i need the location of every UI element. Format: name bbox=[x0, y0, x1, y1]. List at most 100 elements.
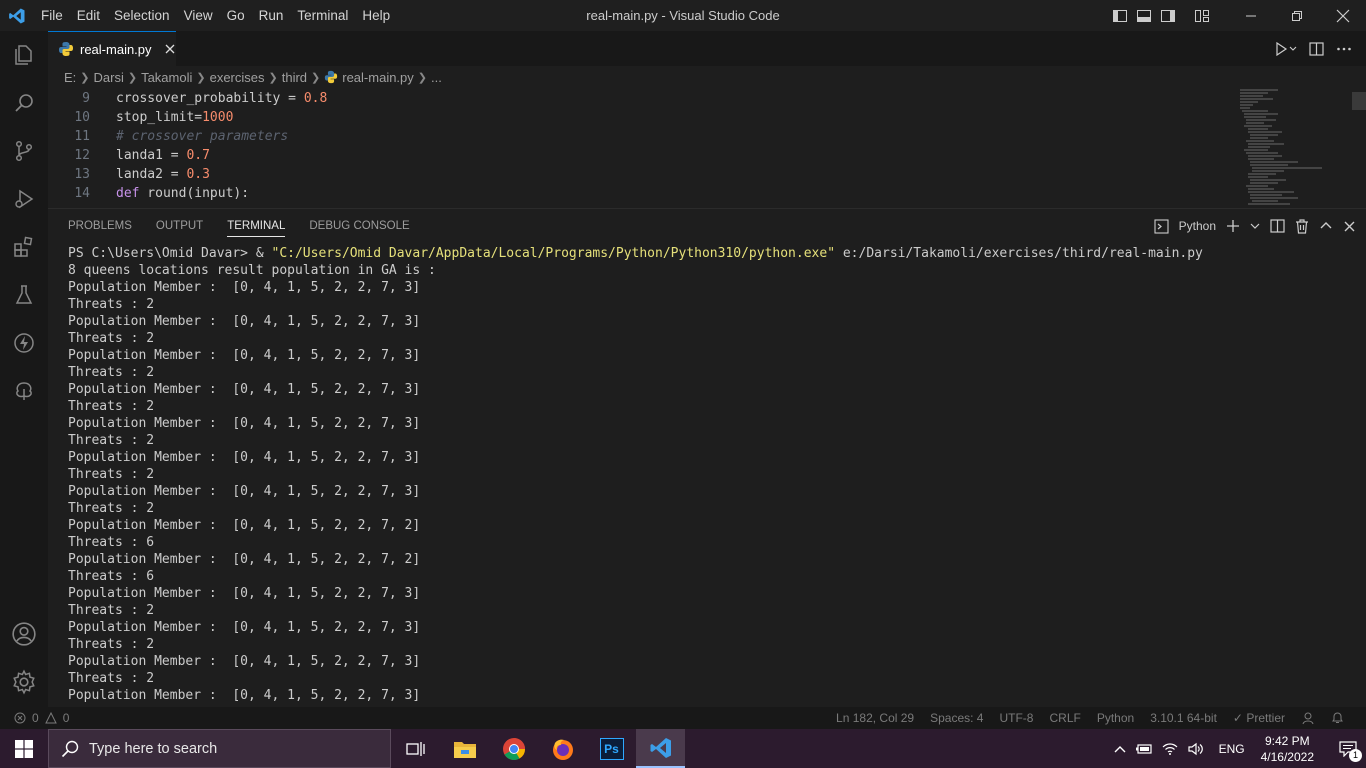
more-actions-icon[interactable] bbox=[1336, 42, 1352, 56]
menu-selection[interactable]: Selection bbox=[107, 0, 177, 31]
terminal-line: Population Member : [0, 4, 1, 5, 2, 2, 7… bbox=[68, 552, 421, 567]
tab-terminal[interactable]: TERMINAL bbox=[227, 220, 286, 237]
trash-icon[interactable] bbox=[1295, 218, 1309, 234]
run-debug-icon[interactable] bbox=[0, 175, 48, 223]
terminal-line: Population Member : [0, 4, 1, 5, 2, 2, 7… bbox=[68, 416, 421, 431]
code-editor[interactable]: 9 crossover_probability = 0.8 10 stop_limi… bbox=[48, 88, 1366, 208]
breadcrumb-file[interactable]: real-main.py bbox=[342, 70, 414, 85]
terminal-line: Threats : 2 bbox=[68, 297, 155, 312]
breadcrumb-darsi[interactable]: Darsi bbox=[94, 70, 124, 85]
tab-problems[interactable]: PROBLEMS bbox=[68, 220, 132, 232]
code-line: 11 # crossover parameters bbox=[48, 127, 288, 146]
split-terminal-icon[interactable] bbox=[1270, 219, 1285, 233]
breadcrumb-symbol[interactable]: ... bbox=[431, 70, 442, 85]
menu-terminal[interactable]: Terminal bbox=[290, 0, 355, 31]
remote-icon[interactable] bbox=[0, 319, 48, 367]
indentation[interactable]: Spaces: 4 bbox=[930, 711, 983, 725]
windows-start-button[interactable] bbox=[0, 729, 48, 768]
prettier-status[interactable]: ✓ Prettier bbox=[1233, 711, 1285, 725]
volume-icon[interactable] bbox=[1187, 742, 1205, 756]
breadcrumb-drive[interactable]: E: bbox=[64, 70, 76, 85]
notifications-bell-icon[interactable] bbox=[1331, 711, 1344, 725]
notification-center-icon[interactable]: 1 bbox=[1330, 729, 1366, 768]
terminal-output[interactable]: PS C:\Users\Omid Davar> & "C:/Users/Omid… bbox=[68, 245, 1203, 704]
customize-layout-icon[interactable] bbox=[1194, 8, 1210, 24]
toggle-secondary-sidebar-icon[interactable] bbox=[1160, 8, 1176, 24]
taskbar-search-box[interactable]: Type here to search bbox=[48, 729, 391, 768]
testing-icon[interactable] bbox=[0, 271, 48, 319]
windows-logo-icon bbox=[15, 739, 33, 758]
notification-count-badge: 1 bbox=[1349, 749, 1362, 762]
chevron-down-icon[interactable] bbox=[1250, 221, 1260, 231]
breadcrumb-takamoli[interactable]: Takamoli bbox=[141, 70, 192, 85]
line-ending[interactable]: CRLF bbox=[1049, 711, 1080, 725]
toggle-panel-icon[interactable] bbox=[1136, 8, 1152, 24]
toggle-primary-sidebar-icon[interactable] bbox=[1112, 8, 1128, 24]
python-file-icon bbox=[325, 70, 338, 84]
chevron-up-icon[interactable] bbox=[1113, 744, 1127, 754]
breadcrumb-exercises[interactable]: exercises bbox=[210, 70, 265, 85]
menu-view[interactable]: View bbox=[177, 0, 220, 31]
line-number: 13 bbox=[74, 167, 90, 182]
vscode-taskbar-icon[interactable] bbox=[636, 729, 685, 768]
close-panel-icon[interactable] bbox=[1343, 220, 1356, 233]
menu-file[interactable]: File bbox=[34, 0, 70, 31]
terminal-line: Population Member : [0, 4, 1, 5, 2, 2, 7… bbox=[68, 280, 421, 295]
extensions-icon[interactable] bbox=[0, 223, 48, 271]
run-python-file-icon[interactable] bbox=[1275, 41, 1297, 56]
code-line: 9 crossover_probability = 0.8 bbox=[48, 89, 327, 108]
explorer-icon[interactable] bbox=[0, 31, 48, 79]
clock[interactable]: 9:42 PM 4/16/2022 bbox=[1261, 733, 1314, 765]
split-editor-icon[interactable] bbox=[1309, 41, 1324, 56]
accounts-feedback-icon[interactable] bbox=[1301, 711, 1315, 725]
minimap[interactable] bbox=[1238, 88, 1328, 208]
python-interpreter[interactable]: 3.10.1 64-bit bbox=[1150, 711, 1217, 725]
double-check-icon: ✓ bbox=[1232, 711, 1243, 725]
photoshop-icon[interactable]: Ps bbox=[587, 729, 636, 768]
new-terminal-icon[interactable] bbox=[1226, 219, 1240, 233]
restore-button[interactable] bbox=[1274, 0, 1320, 31]
search-icon bbox=[61, 740, 79, 757]
maximize-panel-icon[interactable] bbox=[1319, 219, 1333, 233]
battery-icon[interactable] bbox=[1135, 742, 1153, 756]
accounts-icon[interactable] bbox=[0, 610, 48, 658]
task-view-icon[interactable] bbox=[391, 729, 440, 768]
editor-scrollbar[interactable] bbox=[1352, 92, 1366, 110]
settings-gear-icon[interactable] bbox=[0, 658, 48, 706]
tab-debug-console[interactable]: DEBUG CONSOLE bbox=[309, 220, 409, 232]
warning-count: 0 bbox=[62, 711, 70, 725]
menu-help[interactable]: Help bbox=[355, 0, 397, 31]
close-window-button[interactable] bbox=[1320, 0, 1366, 31]
terminal-shell-label[interactable]: Python bbox=[1179, 219, 1216, 233]
breadcrumb: E: ❯ Darsi ❯ Takamoli ❯ exercises ❯ thir… bbox=[64, 66, 442, 88]
line-number: 9 bbox=[82, 91, 90, 106]
menu-go[interactable]: Go bbox=[220, 0, 252, 31]
chrome-icon[interactable] bbox=[489, 729, 538, 768]
language-mode[interactable]: Python bbox=[1097, 711, 1134, 725]
search-icon[interactable] bbox=[0, 79, 48, 127]
encoding[interactable]: UTF-8 bbox=[999, 711, 1033, 725]
wifi-icon[interactable] bbox=[1161, 742, 1179, 756]
terminal-line: Threats : 2 bbox=[68, 501, 155, 516]
minimize-button[interactable] bbox=[1228, 0, 1274, 31]
terminal-line: Threats : 6 bbox=[68, 569, 155, 584]
source-control-icon[interactable] bbox=[0, 127, 48, 175]
terminal-line: Population Member : [0, 4, 1, 5, 2, 2, 7… bbox=[68, 654, 421, 669]
menu-edit[interactable]: Edit bbox=[70, 0, 107, 31]
cursor-position[interactable]: Ln 182, Col 29 bbox=[836, 711, 914, 725]
input-language[interactable]: ENG bbox=[1219, 742, 1245, 756]
tab-output[interactable]: OUTPUT bbox=[156, 220, 203, 232]
terminal-line: Population Member : [0, 4, 1, 5, 2, 2, 7… bbox=[68, 314, 421, 329]
file-explorer-icon[interactable] bbox=[440, 729, 489, 768]
error-icon bbox=[14, 712, 26, 724]
python-file-icon bbox=[59, 42, 73, 56]
menu-run[interactable]: Run bbox=[252, 0, 291, 31]
tree-icon[interactable] bbox=[0, 367, 48, 415]
status-right: Ln 182, Col 29 Spaces: 4 UTF-8 CRLF Pyth… bbox=[836, 711, 1344, 725]
tab-real-main[interactable]: real-main.py bbox=[48, 31, 176, 66]
breadcrumb-third[interactable]: third bbox=[282, 70, 307, 85]
tab-close-icon[interactable] bbox=[164, 43, 176, 55]
problems-indicator[interactable]: 0 0 bbox=[14, 711, 69, 725]
firefox-icon[interactable] bbox=[538, 729, 587, 768]
warning-icon bbox=[44, 712, 57, 724]
